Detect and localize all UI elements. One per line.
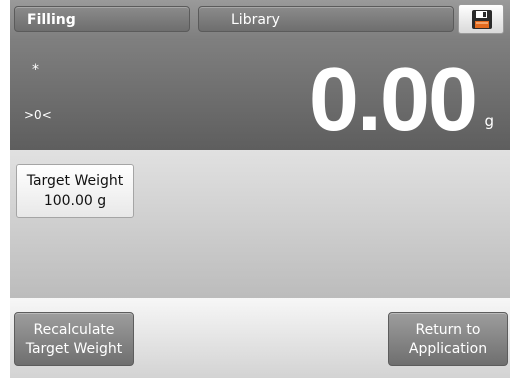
- parameter-area: Target Weight 100.00 g: [10, 150, 510, 298]
- filling-mode-button[interactable]: Filling: [14, 6, 190, 32]
- return-label-line2: Application: [408, 341, 488, 357]
- center-of-zero-indicator: >0<: [24, 108, 52, 122]
- weight-value: 0.00: [308, 50, 478, 150]
- weight-display: * >0< 0.00 g: [10, 40, 510, 150]
- stability-indicator: *: [32, 62, 39, 78]
- return-to-application-button[interactable]: Return to Application: [388, 312, 508, 366]
- action-bar: Recalculate Target Weight Return to Appl…: [10, 298, 510, 378]
- return-label-line1: Return to: [415, 322, 481, 338]
- target-weight-value: 100.00 g: [43, 193, 107, 209]
- balance-screen: Filling Library * >0< 0.00 g Target Weig…: [10, 0, 510, 378]
- floppy-disk-icon: [472, 10, 492, 29]
- target-weight-label: Target Weight: [26, 173, 124, 189]
- recalculate-target-weight-button[interactable]: Recalculate Target Weight: [14, 312, 134, 366]
- header-bar: Filling Library: [10, 0, 510, 40]
- library-button[interactable]: Library: [198, 6, 454, 32]
- weight-unit[interactable]: g: [484, 112, 494, 130]
- recalculate-label-line2: Target Weight: [25, 341, 123, 357]
- save-button[interactable]: [458, 4, 504, 34]
- recalculate-label-line1: Recalculate: [33, 322, 115, 338]
- target-weight-button[interactable]: Target Weight 100.00 g: [16, 164, 134, 218]
